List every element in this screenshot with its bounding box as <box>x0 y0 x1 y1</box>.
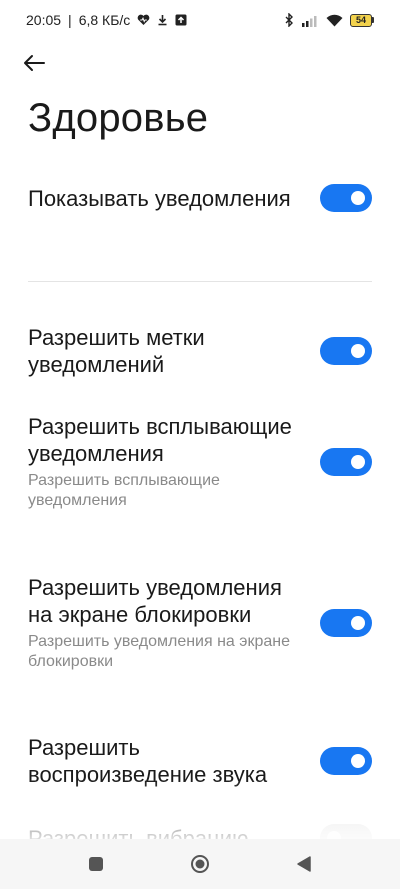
navigation-bar <box>0 839 400 889</box>
nav-back-button[interactable] <box>284 844 324 884</box>
toggle-allow-sound[interactable] <box>320 747 372 775</box>
battery-level: 54 <box>350 13 372 27</box>
home-circle-icon <box>191 855 209 873</box>
status-bar-left: 20:05 | 6,8 КБ/с <box>26 12 187 28</box>
status-bar-right: 54 <box>284 13 374 27</box>
setting-label: Разрешить воспроизведение звука <box>28 735 268 787</box>
heart-icon <box>137 14 150 26</box>
setting-description: Разрешить уведомления на экране блокиров… <box>28 633 290 670</box>
upload-icon <box>175 14 187 26</box>
page-title: Здоровье <box>28 96 209 140</box>
setting-notification-badges[interactable]: Разрешить метки уведомлений <box>28 324 372 378</box>
setting-floating-notifications[interactable]: Разрешить всплывающие уведомления Разреш… <box>28 413 372 511</box>
setting-label: Разрешить всплывающие уведомления <box>28 414 292 466</box>
wifi-icon <box>326 14 343 27</box>
bluetooth-icon <box>284 13 294 27</box>
back-triangle-icon <box>297 856 311 872</box>
recents-button[interactable] <box>76 844 116 884</box>
setting-lockscreen-notifications[interactable]: Разрешить уведомления на экране блокиров… <box>28 574 372 672</box>
setting-show-notifications[interactable]: Показывать уведомления <box>28 184 372 212</box>
recents-square-icon <box>89 857 103 871</box>
setting-label: Показывать уведомления <box>28 185 291 211</box>
status-time: 20:05 <box>26 12 62 28</box>
status-net-speed: 6,8 КБ/с <box>78 12 131 28</box>
download-icon <box>157 14 168 26</box>
toggle-notification-badges[interactable] <box>320 337 372 365</box>
setting-label: Разрешить метки уведомлений <box>28 325 205 377</box>
back-arrow-icon <box>24 55 45 71</box>
battery-icon: 54 <box>350 13 374 27</box>
setting-description: Разрешить всплывающие уведомления <box>28 472 220 509</box>
back-button[interactable] <box>22 46 62 80</box>
signal-icon <box>301 14 319 27</box>
toggle-show-notifications[interactable] <box>320 184 372 212</box>
toggle-lockscreen-notifications[interactable] <box>320 609 372 637</box>
setting-allow-sound[interactable]: Разрешить воспроизведение звука <box>28 734 372 788</box>
toggle-floating-notifications[interactable] <box>320 448 372 476</box>
setting-label: Разрешить уведомления на экране блокиров… <box>28 575 282 627</box>
status-separator: | <box>68 12 72 28</box>
divider <box>28 281 372 282</box>
status-bar: 20:05 | 6,8 КБ/с 54 <box>0 0 400 40</box>
home-button[interactable] <box>180 844 220 884</box>
